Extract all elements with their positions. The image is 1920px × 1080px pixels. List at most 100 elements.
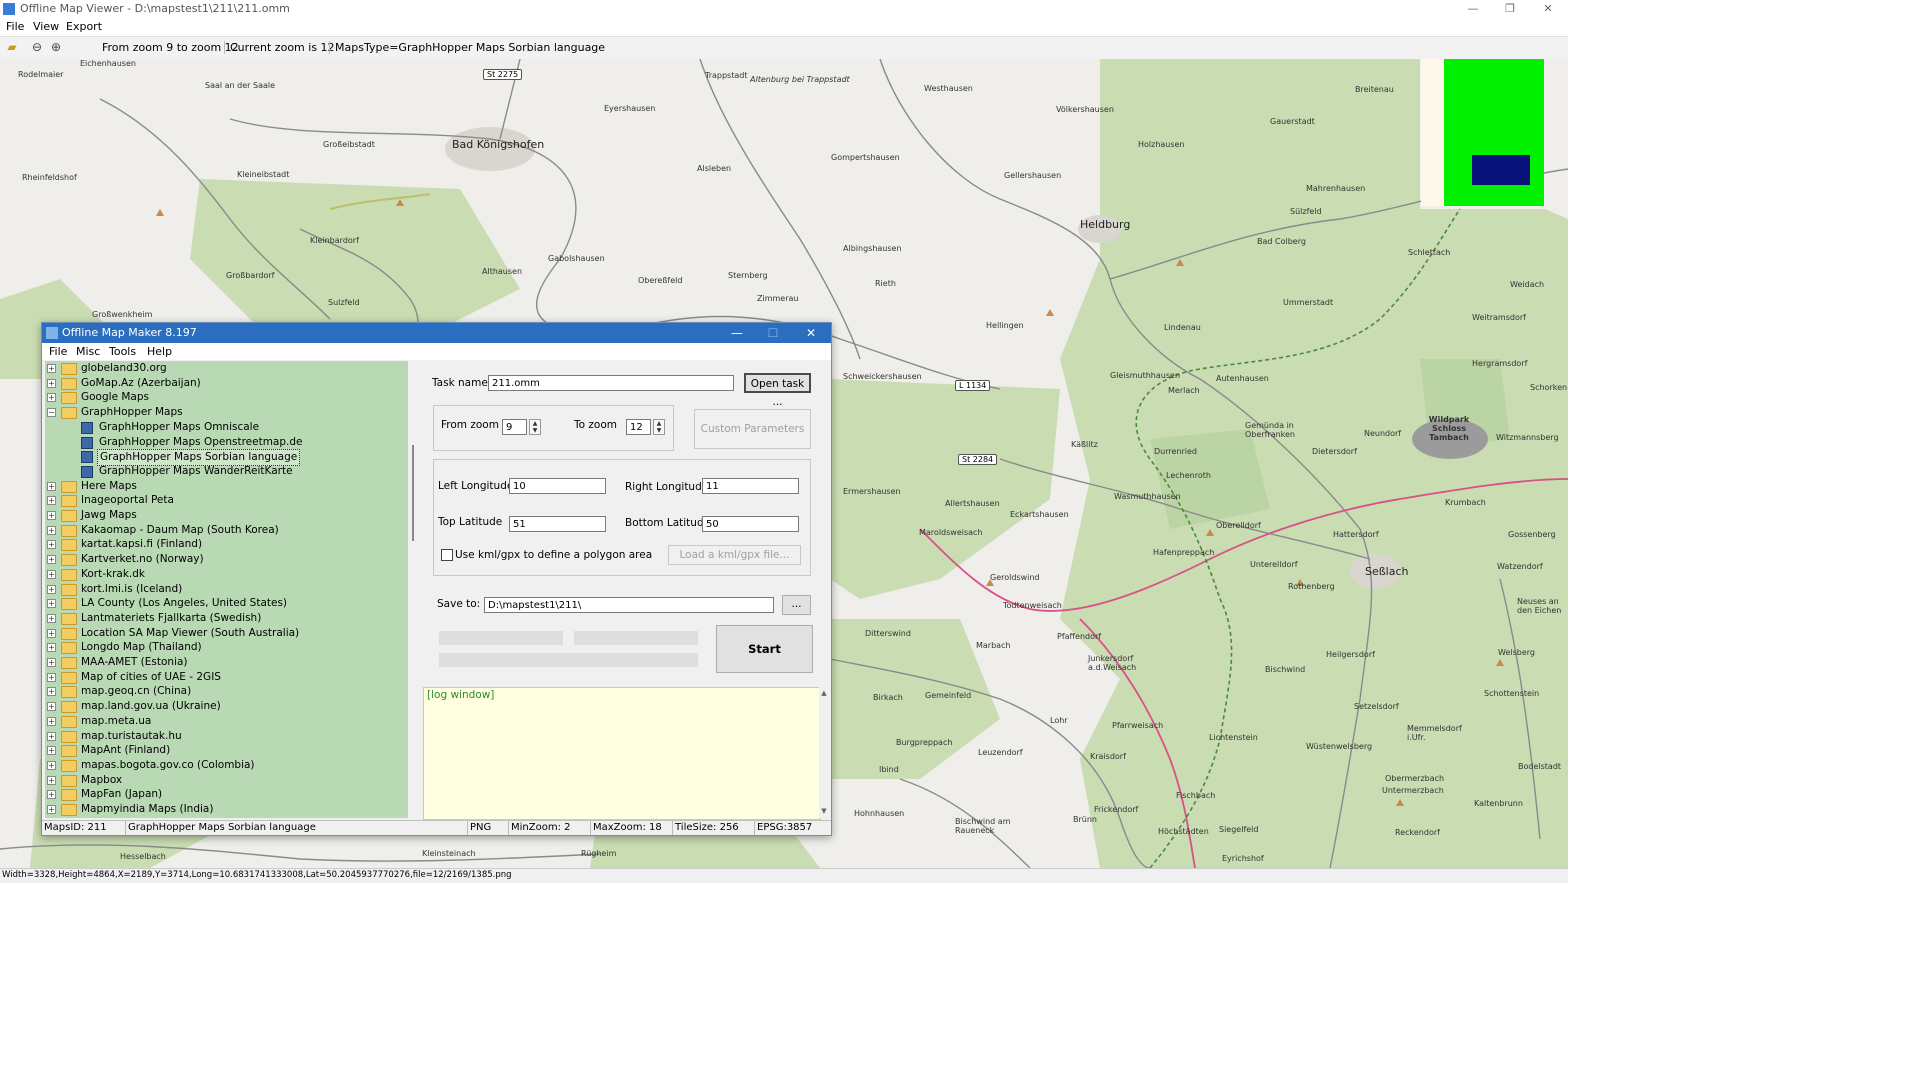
expand-icon[interactable]: + [47, 393, 56, 403]
menu-misc[interactable]: Misc [76, 345, 100, 358]
tree-folder-item[interactable]: + Mapmyindia Maps (India) [45, 802, 408, 817]
menu-file[interactable]: File [6, 20, 24, 33]
expand-icon[interactable]: + [47, 378, 56, 388]
expand-icon[interactable]: + [47, 775, 56, 785]
from-zoom-input[interactable]: 9 [502, 419, 527, 435]
tree-folder-item[interactable]: + Here Maps [45, 479, 408, 494]
maximize-button[interactable]: ❐ [1493, 0, 1527, 18]
expand-icon[interactable]: + [47, 628, 56, 638]
expand-icon[interactable]: + [47, 613, 56, 623]
tree-folder-item[interactable]: + MapAnt (Finland) [45, 743, 408, 758]
scroll-down-icon[interactable]: ▼ [819, 807, 829, 815]
bottom-latitude-input[interactable]: 50 [702, 516, 799, 532]
expand-icon[interactable]: + [47, 496, 56, 506]
expand-icon[interactable]: + [47, 481, 56, 491]
tree-folder-item[interactable]: + globeland30.org [45, 361, 408, 376]
collapse-icon[interactable]: − [47, 408, 56, 418]
tree-folder-item[interactable]: + Map of cities of UAE - 2GIS [45, 670, 408, 685]
from-zoom-spinner[interactable]: ▲ ▼ [529, 419, 541, 435]
tree-folder-item[interactable]: + kort.lmi.is (Iceland) [45, 582, 408, 597]
tree-folder-item[interactable]: + Longdo Map (Thailand) [45, 640, 408, 655]
expand-icon[interactable]: + [47, 364, 56, 373]
expand-icon[interactable]: + [47, 643, 56, 653]
menu-export[interactable]: Export [66, 20, 102, 33]
expand-icon[interactable]: + [47, 540, 56, 550]
tree-folder-item[interactable]: − GraphHopper Maps [45, 405, 408, 420]
log-scrollbar[interactable]: ▲ ▼ [819, 687, 829, 818]
close-button[interactable]: ✕ [793, 323, 829, 343]
map-source-tree[interactable]: + globeland30.org + GoMap.Az (Azerbaijan) + G… [45, 361, 408, 818]
expand-icon[interactable]: + [47, 716, 56, 726]
tree-folder-item[interactable]: + Kartverket.no (Norway) [45, 552, 408, 567]
expand-icon[interactable]: + [47, 658, 56, 667]
map-label: Ditterswind [865, 629, 911, 638]
tree-folder-item[interactable]: + Google Maps [45, 390, 408, 405]
expand-icon[interactable]: + [47, 731, 56, 741]
tree-folder-item[interactable]: + Lantmateriets Fjallkarta (Swedish) [45, 611, 408, 626]
left-longitude-input[interactable]: 10 [509, 478, 606, 494]
zoom-in-icon[interactable]: ⊕ [49, 40, 63, 54]
tree-folder-item[interactable]: + Mapbox [45, 773, 408, 788]
load-kml-button[interactable]: Load a kml/gpx file... [668, 545, 801, 565]
zoom-out-icon[interactable]: ⊖ [30, 40, 44, 54]
save-to-input[interactable]: D:\mapstest1\211\ [484, 597, 774, 613]
start-button[interactable]: Start [716, 625, 813, 673]
expand-icon[interactable]: + [47, 746, 56, 756]
tree-folder-item[interactable]: + map.geoq.cn (China) [45, 684, 408, 699]
tree-folder-item[interactable]: + Location SA Map Viewer (South Australia… [45, 626, 408, 641]
tree-map-item[interactable]: GraphHopper Maps WanderReitKarte [45, 464, 408, 479]
kml-checkbox[interactable] [441, 549, 453, 561]
tree-folder-item[interactable]: + map.meta.ua [45, 714, 408, 729]
custom-parameters-button[interactable]: Custom Parameters [694, 409, 811, 449]
tree-folder-item[interactable]: + mapas.bogota.gov.co (Colombia) [45, 758, 408, 773]
expand-icon[interactable]: + [47, 702, 56, 712]
open-task-button[interactable]: Open task ... [744, 373, 811, 408]
to-zoom-spinner[interactable]: ▲ ▼ [653, 419, 665, 435]
tree-folder-item[interactable]: + Kakaomap - Daum Map (South Korea) [45, 523, 408, 538]
tree-scrollbar[interactable] [408, 361, 423, 818]
tree-folder-item[interactable]: + Inageoportal Peta [45, 493, 408, 508]
browse-button[interactable]: ... [782, 595, 811, 615]
expand-icon[interactable]: + [47, 599, 56, 609]
scrollbar-thumb[interactable] [412, 445, 414, 541]
menu-view[interactable]: View [33, 20, 59, 33]
task-name-input[interactable]: 211.omm [488, 375, 734, 391]
tree-map-item[interactable]: GraphHopper Maps Omniscale [45, 420, 408, 435]
scroll-up-icon[interactable]: ▲ [819, 689, 829, 697]
tree-folder-item[interactable]: + Jawg Maps [45, 508, 408, 523]
tree-folder-item[interactable]: + LA County (Los Angeles, United States) [45, 596, 408, 611]
tree-folder-item[interactable]: + kartat.kapsi.fi (Finland) [45, 537, 408, 552]
tree-folder-item[interactable]: + map.land.gov.ua (Ukraine) [45, 699, 408, 714]
menu-file[interactable]: File [49, 345, 67, 358]
log-window[interactable]: [log window] [423, 687, 821, 820]
expand-icon[interactable]: + [47, 672, 56, 682]
menu-help[interactable]: Help [147, 345, 172, 358]
tree-folder-item[interactable]: + MAA-AMET (Estonia) [45, 655, 408, 670]
top-latitude-input[interactable]: 51 [509, 516, 606, 532]
expand-icon[interactable]: + [47, 569, 56, 579]
tree-folder-item[interactable]: + Kort-krak.dk [45, 567, 408, 582]
menu-tools[interactable]: Tools [109, 345, 136, 358]
expand-icon[interactable]: + [47, 584, 56, 594]
expand-icon[interactable]: + [47, 525, 56, 535]
to-zoom-input[interactable]: 12 [626, 419, 651, 435]
tree-map-item[interactable]: GraphHopper Maps Sorbian language [45, 449, 408, 467]
minimize-button[interactable]: — [1456, 0, 1490, 18]
expand-icon[interactable]: + [47, 687, 56, 697]
overview-minimap[interactable] [1421, 59, 1544, 206]
open-folder-icon[interactable]: ▰ [5, 40, 19, 54]
expand-icon[interactable]: + [47, 790, 56, 800]
minimap-viewport[interactable] [1472, 155, 1530, 185]
tree-map-item[interactable]: GraphHopper Maps Openstreetmap.de [45, 435, 408, 450]
minimize-button[interactable]: — [719, 323, 755, 343]
tree-folder-item[interactable]: + MapFan (Japan) [45, 787, 408, 802]
expand-icon[interactable]: + [47, 805, 56, 814]
expand-icon[interactable]: + [47, 555, 56, 565]
right-longitude-input[interactable]: 11 [702, 478, 799, 494]
tree-folder-item[interactable]: + map.turistautak.hu [45, 729, 408, 744]
close-button[interactable]: ✕ [1531, 0, 1565, 18]
expand-icon[interactable]: + [47, 511, 56, 520]
expand-icon[interactable]: + [47, 760, 56, 770]
maximize-button[interactable]: ☐ [755, 323, 791, 343]
tree-folder-item[interactable]: + GoMap.Az (Azerbaijan) [45, 376, 408, 391]
